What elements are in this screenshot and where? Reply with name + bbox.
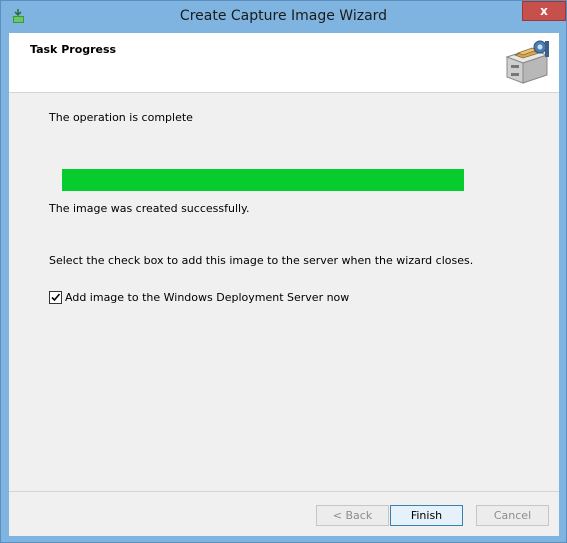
page-title: Task Progress [30, 43, 117, 56]
add-image-checkbox-row[interactable]: Add image to the Windows Deployment Serv… [49, 291, 349, 304]
finish-button[interactable]: Finish [390, 505, 463, 526]
add-image-checkbox[interactable] [49, 291, 62, 304]
operation-status-text: The operation is complete [49, 111, 193, 124]
wizard-window: Create Capture Image Wizard x Task Progr… [0, 0, 567, 543]
window-title: Create Capture Image Wizard [179, 8, 388, 24]
title-bar[interactable]: Create Capture Image Wizard x [1, 1, 566, 33]
back-button[interactable]: < Back [316, 505, 389, 526]
file-cabinet-icon [501, 37, 553, 87]
close-icon: x [540, 4, 548, 18]
close-button[interactable]: x [522, 1, 566, 21]
instruction-text: Select the check box to add this image t… [49, 254, 474, 267]
footer-divider [9, 491, 559, 492]
add-image-checkbox-label[interactable]: Add image to the Windows Deployment Serv… [65, 291, 349, 304]
progress-bar [62, 169, 464, 191]
wizard-client-area: Task Progress The operation is complete [9, 33, 559, 536]
wizard-header: Task Progress [9, 33, 559, 93]
cancel-button[interactable]: Cancel [476, 505, 549, 526]
result-message: The image was created successfully. [49, 202, 250, 215]
progress-bar-fill [62, 169, 464, 191]
checkmark-icon [51, 293, 61, 302]
